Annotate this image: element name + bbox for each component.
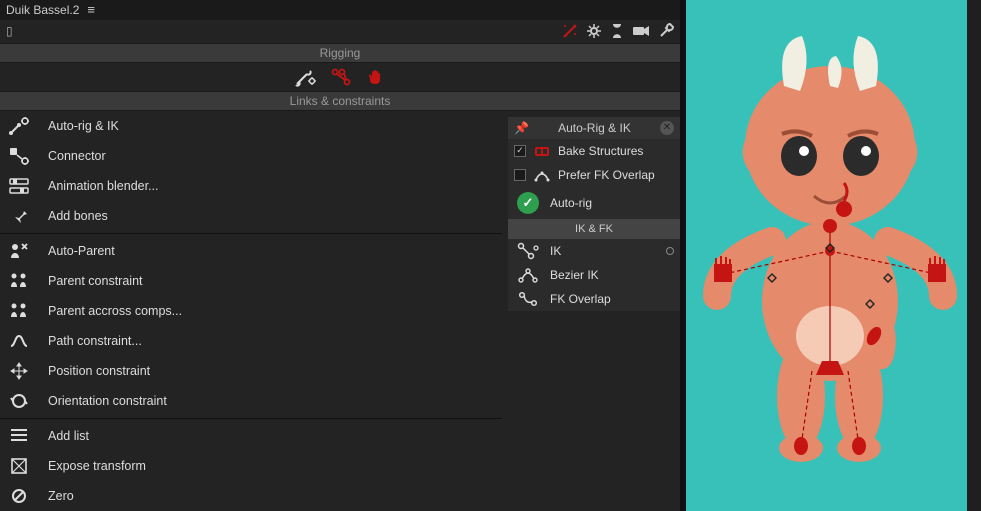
titlebar: Duik Bassel.2 ≡ — [0, 0, 680, 20]
character-preview — [694, 26, 974, 486]
menu-exposetransform[interactable]: Expose transform — [0, 451, 502, 481]
hand-tool-icon[interactable] — [366, 67, 386, 87]
note-icon[interactable]: ▯ — [6, 24, 13, 38]
parentaccross-icon — [8, 300, 30, 322]
menu-parentconstraint[interactable]: Parent constraint — [0, 266, 502, 296]
preferfk-row[interactable]: Prefer FK Overlap — [508, 163, 680, 187]
menu-positionconstraint[interactable]: Position constraint — [0, 356, 502, 386]
menu-parentaccross-label: Parent accross comps... — [48, 304, 182, 318]
menu-autoparent-label: Auto-Parent — [48, 244, 115, 258]
fkoverlap-icon — [514, 290, 542, 308]
menu-addbones-label: Add bones — [48, 209, 108, 223]
sub-bezier-label: Bezier IK — [550, 268, 599, 282]
checkbox-icon[interactable] — [514, 145, 526, 157]
ikfk-section: IK & FK — [508, 219, 680, 239]
section-links-label: Links & constraints — [290, 94, 391, 108]
option-circle-icon[interactable] — [666, 247, 674, 255]
menu-connector-label: Connector — [48, 149, 106, 163]
list-icon — [8, 425, 30, 447]
menu-addlist[interactable]: Add list — [0, 421, 502, 451]
connector-icon — [8, 145, 30, 167]
constraints-list: Auto-rig & IK Connector Animation blende… — [0, 111, 502, 511]
pin-icon — [8, 205, 30, 227]
menu-animblender[interactable]: Animation blender... — [0, 171, 502, 201]
composition-viewport[interactable] — [680, 0, 981, 511]
menu-icon[interactable]: ≡ — [87, 2, 95, 17]
ik-icon — [514, 242, 542, 260]
zero-icon — [8, 485, 30, 507]
bone-tool-icon[interactable] — [294, 67, 316, 87]
rigging-icon-row — [0, 63, 680, 92]
sub-ik[interactable]: IK — [508, 239, 680, 263]
menu-connector[interactable]: Connector — [0, 141, 502, 171]
sub-ik-label: IK — [550, 244, 658, 258]
menu-animblender-label: Animation blender... — [48, 179, 159, 193]
autorig-icon — [8, 115, 30, 137]
menu-exposetransform-label: Expose transform — [48, 459, 146, 473]
hourglass-icon[interactable] — [610, 23, 624, 39]
viewport-scrollbar[interactable] — [967, 0, 981, 511]
section-rigging: Rigging — [0, 43, 680, 63]
close-icon[interactable]: ✕ — [660, 121, 674, 135]
subpanel-header: 📌 Auto-Rig & IK ✕ — [508, 117, 680, 139]
autorig-run-icon — [517, 192, 539, 214]
expose-icon — [8, 455, 30, 477]
gear-icon[interactable] — [586, 23, 602, 39]
bezier-icon — [514, 266, 542, 284]
menu-addbones[interactable]: Add bones — [0, 201, 502, 231]
bake-label: Bake Structures — [558, 144, 643, 158]
menu-autoparent[interactable]: Auto-Parent — [0, 236, 502, 266]
menu-parentaccross[interactable]: Parent accross comps... — [0, 296, 502, 326]
autorig-label: Auto-rig — [550, 196, 592, 210]
structure-tool-icon[interactable] — [330, 67, 352, 87]
subpanel-title: Auto-Rig & IK — [558, 121, 631, 135]
path-icon — [8, 330, 30, 352]
preferfk-label: Prefer FK Overlap — [558, 168, 655, 182]
toolbar: ▯ — [0, 20, 680, 43]
duik-panel: Duik Bassel.2 ≡ ▯ Rigging Links & constr… — [0, 0, 680, 511]
camera-icon[interactable] — [632, 24, 650, 38]
menu-orientationconstraint-label: Orientation constraint — [48, 394, 167, 408]
menu-parentconstraint-label: Parent constraint — [48, 274, 143, 288]
bake-structures-row[interactable]: Bake Structures — [508, 139, 680, 163]
autorig-button[interactable]: Auto-rig — [508, 187, 680, 219]
menu-pathconstraint[interactable]: Path constraint... — [0, 326, 502, 356]
magic-icon[interactable] — [562, 23, 578, 39]
sub-bezierik[interactable]: Bezier IK — [508, 263, 680, 287]
tools-icon[interactable] — [658, 23, 674, 39]
autorig-subpanel: 📌 Auto-Rig & IK ✕ Bake Structures Prefer… — [508, 117, 680, 311]
bake-icon — [534, 144, 550, 158]
section-links: Links & constraints — [0, 91, 680, 111]
menu-zero[interactable]: Zero — [0, 481, 502, 511]
pin-icon[interactable]: 📌 — [514, 121, 529, 135]
autoparent-icon — [8, 240, 30, 262]
orientation-icon — [8, 390, 30, 412]
menu-addlist-label: Add list — [48, 429, 89, 443]
ikfk-label: IK & FK — [575, 223, 613, 235]
fk-icon — [534, 168, 550, 182]
menu-zero-label: Zero — [48, 489, 74, 503]
menu-pathconstraint-label: Path constraint... — [48, 334, 142, 348]
checkbox-icon[interactable] — [514, 169, 526, 181]
position-icon — [8, 360, 30, 382]
animblender-icon — [8, 175, 30, 197]
sub-fkoverlap-label: FK Overlap — [550, 292, 611, 306]
menu-autorigik[interactable]: Auto-rig & IK — [0, 111, 502, 141]
parent-icon — [8, 270, 30, 292]
section-rigging-label: Rigging — [320, 46, 361, 60]
menu-orientationconstraint[interactable]: Orientation constraint — [0, 386, 502, 416]
panel-title: Duik Bassel.2 — [6, 3, 79, 17]
menu-autorigik-label: Auto-rig & IK — [48, 119, 119, 133]
sub-fkoverlap[interactable]: FK Overlap — [508, 287, 680, 311]
menu-positionconstraint-label: Position constraint — [48, 364, 150, 378]
